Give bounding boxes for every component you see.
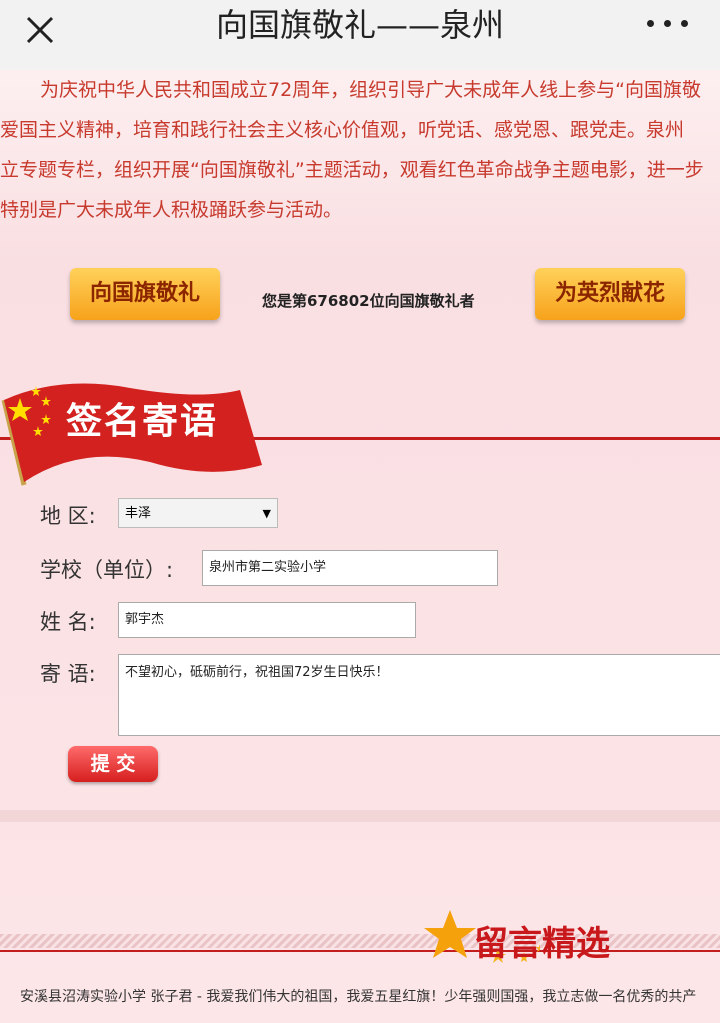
- dropdown-arrow-icon: ▼: [262, 507, 271, 520]
- school-input[interactable]: 泉州市第二实验小学: [202, 550, 498, 586]
- name-input[interactable]: 郭宇杰: [118, 602, 416, 638]
- messages-divider: [0, 950, 720, 952]
- salute-counter: 您是第676802位向国旗敬礼者: [262, 292, 475, 310]
- intro-paragraph: 为庆祝中华人民共和国成立72周年，组织引导广大未成年人线上参与“向国旗敬 爱国主…: [0, 70, 720, 230]
- submit-button[interactable]: 提 交: [68, 746, 158, 782]
- decorative-stripe: [0, 934, 720, 948]
- name-label: 姓 名:: [40, 610, 96, 634]
- message-ticker: 安溪县沼涛实验小学 张子君 - 我爱我们伟大的祖国，我爱五星红旗！少年强则国强，…: [20, 989, 697, 1005]
- region-selected-value: 丰泽: [125, 506, 152, 521]
- intro-line: 特别是广大未成年人积极踊跃参与活动。: [0, 199, 343, 221]
- page-title: 向国旗敬礼——泉州: [215, 6, 504, 44]
- intro-line: 爱国主义精神，培育和践行社会主义核心价值观，听党话、感党恩、跟党走。泉州: [0, 119, 685, 141]
- school-label: 学校（单位）:: [40, 558, 174, 582]
- more-icon[interactable]: [642, 12, 698, 36]
- message-textarea[interactable]: 不望初心，砥砺前行，祝祖国72岁生日快乐！: [118, 654, 720, 736]
- sign-section-title: 签名寄语: [66, 401, 219, 442]
- main-content: 为庆祝中华人民共和国成立72周年，组织引导广大未成年人线上参与“向国旗敬 爱国主…: [0, 70, 720, 1023]
- intro-line: 立专题专栏，组织开展“向国旗敬礼”主题活动，观看红色革命战争主题电影，进一步: [0, 159, 704, 181]
- region-select[interactable]: 丰泽 ▼: [118, 498, 278, 528]
- messages-section-title: 留言精选: [474, 924, 610, 964]
- top-bar: 向国旗敬礼——泉州: [0, 0, 720, 71]
- section-separator: [0, 810, 720, 822]
- region-label: 地 区:: [40, 504, 96, 528]
- intro-line: 为庆祝中华人民共和国成立72周年，组织引导广大未成年人线上参与“向国旗敬: [40, 79, 702, 101]
- message-label: 寄 语:: [40, 662, 96, 686]
- salute-flag-button[interactable]: 向国旗敬礼: [70, 268, 220, 320]
- sign-section-banner: 签名寄语: [0, 370, 270, 486]
- offer-flowers-button[interactable]: 为英烈献花: [535, 268, 685, 320]
